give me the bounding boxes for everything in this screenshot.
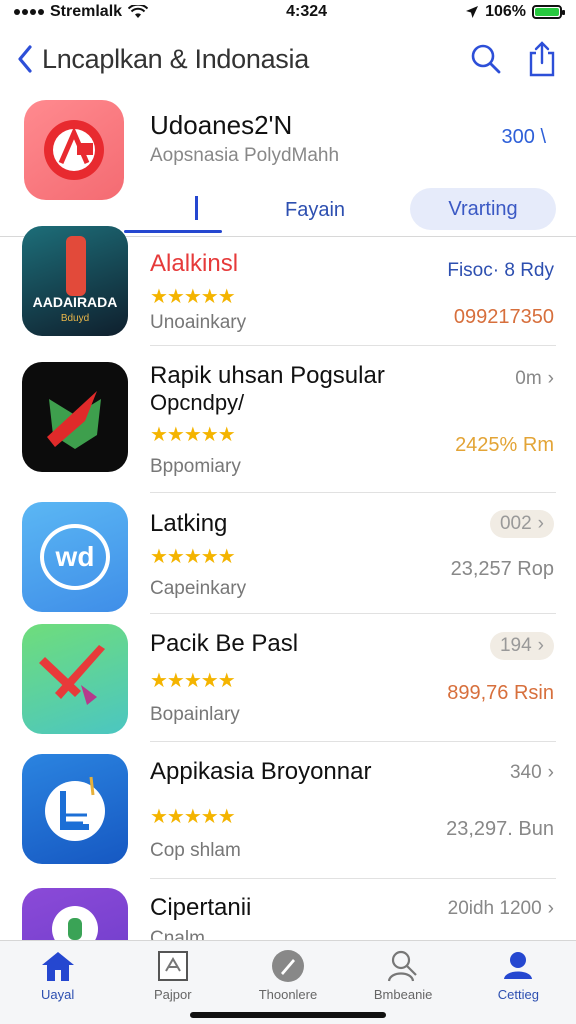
list-item-app-4[interactable]: Pacik Be Pasl ★★★★★ Bopainlary 194 › 899,… (0, 620, 576, 740)
carrier-label: Stremlalk (50, 3, 123, 20)
wifi-icon (128, 5, 149, 18)
list-item-app-1[interactable]: AADAIRADA Bduyd Alalkinsl ★★★★★ Unoainka… (0, 226, 576, 346)
tabbar-label: Uayal (40, 987, 75, 1002)
app-icon-logo-subtext: Bduyd (60, 313, 90, 324)
app-name: Latking (150, 510, 228, 537)
featured-app-icon (24, 100, 124, 200)
app-meta-label: 002 (499, 513, 532, 534)
tabbar-label: Cettieg (497, 987, 539, 1002)
location-arrow-icon (466, 6, 479, 18)
app-icon-aadairada: AADAIRADA Bduyd (22, 226, 128, 336)
home-indicator (190, 1012, 386, 1018)
app-icon-pacik (22, 624, 128, 734)
rating-stars: ★★★★★ (150, 286, 236, 308)
status-bar: Stremlalk 4:324 106% (0, 0, 576, 24)
app-icon-cipertanii (22, 888, 128, 940)
compass-icon (271, 950, 304, 982)
app-price[interactable]: 899,76 Rsin (447, 682, 554, 705)
app-meta-label: 194 (499, 635, 532, 656)
app-icon-logo-text: wd (40, 524, 110, 590)
app-name: Alalkinsl (150, 250, 239, 277)
tab-cursor (195, 196, 198, 220)
app-meta: 0m › (515, 368, 554, 390)
chevron-right-icon: › (537, 635, 544, 656)
row-divider (150, 613, 556, 614)
search-icon[interactable] (470, 43, 502, 75)
app-meta-badge: 194 › (489, 632, 554, 660)
tabbar-item-home[interactable]: Uayal (8, 949, 108, 1024)
tabbar-label: Pajpor (153, 987, 192, 1002)
list-item-app-3[interactable]: wd Latking ★★★★★ Capeinkary 002 › 23,257 … (0, 500, 576, 615)
app-name: Cipertanii (150, 894, 252, 921)
tabbar-label: Bmbeanie (373, 987, 433, 1002)
row-divider (150, 345, 556, 346)
app-category: Capeinkary (150, 578, 247, 599)
app-category: Cnalm (150, 928, 205, 940)
list-item-app-2[interactable]: Rapik uhsan Pogsular Opcndpy/ ★★★★★ Bppo… (0, 356, 576, 486)
featured-app-title: Udoanes2'N (150, 110, 293, 140)
app-meta: 20idh 1200 › (448, 898, 554, 920)
rating-stars: ★★★★★ (150, 424, 236, 446)
signal-icon (14, 9, 44, 15)
app-category: Bppomiary (150, 456, 241, 477)
app-price[interactable]: 23,297. Bun (446, 818, 554, 841)
list-item-app-6[interactable]: Cipertanii Cnalm 20idh 1200 › (0, 888, 576, 940)
app-icon-latking: wd (22, 502, 128, 612)
app-meta-label: 340 (509, 762, 542, 783)
tab-vrarting[interactable]: Vrarting (410, 188, 556, 230)
app-name: Appikasia Broyonnar (150, 758, 372, 785)
chevron-right-icon: › (547, 368, 554, 389)
battery-icon (531, 5, 565, 19)
app-meta-label: 20idh 1200 (447, 898, 542, 919)
home-icon (41, 952, 74, 981)
battery-percent: 106% (485, 3, 526, 20)
chevron-right-icon: › (537, 513, 544, 534)
row-divider (150, 878, 556, 879)
document-icon (157, 951, 188, 981)
status-time: 4:324 (286, 3, 328, 20)
featured-app-price[interactable]: 300 \ (502, 126, 546, 149)
app-meta-badge: 002 › (489, 510, 554, 538)
app-category: Cop shlam (150, 840, 241, 861)
chevron-right-icon: › (547, 762, 554, 783)
person-search-icon (388, 950, 417, 982)
profile-icon (504, 952, 533, 979)
page-title: Lncaplkan & Indonasia (42, 43, 309, 74)
rating-stars: ★★★★★ (150, 806, 236, 828)
featured-app-subtitle: Aopsnasia PolydMahh (150, 145, 340, 166)
app-icon-logo-text: AADAIRADA (32, 294, 118, 310)
app-meta: Fisoc· 8 Rdy (447, 260, 554, 281)
app-icon-appikasia (22, 754, 128, 864)
app-category: Unoainkary (150, 312, 247, 333)
app-price[interactable]: 2425% Rm (455, 434, 554, 457)
rating-stars: ★★★★★ (150, 670, 236, 692)
app-category: Bopainlary (150, 704, 240, 725)
app-meta-label: 0m (515, 368, 542, 389)
tabbar-item-cettieg[interactable]: Cettieg (468, 949, 568, 1024)
tab-fayain[interactable]: Fayain (250, 190, 380, 230)
back-chevron-icon[interactable] (12, 42, 38, 76)
row-divider (150, 492, 556, 493)
chevron-right-icon: › (547, 898, 554, 919)
app-meta: 340 › (510, 762, 554, 784)
app-price[interactable]: 23,257 Rop (451, 558, 554, 581)
list-item-app-5[interactable]: Appikasia Broyonnar ★★★★★ Cop shlam 340 ›… (0, 752, 576, 877)
row-divider (150, 741, 556, 742)
app-name: Rapik uhsan Pogsular (150, 362, 385, 389)
nav-bar: Lncaplkan & Indonasia (0, 34, 576, 84)
app-icon-rapik (22, 362, 128, 472)
app-price[interactable]: 099217350 (454, 306, 554, 329)
rating-stars: ★★★★★ (150, 546, 236, 568)
app-name: Pacik Be Pasl (150, 630, 299, 657)
share-icon[interactable] (528, 41, 556, 77)
tabbar-label: Thoonlere (258, 987, 318, 1002)
app-subline: Opcndpy/ (150, 390, 245, 415)
